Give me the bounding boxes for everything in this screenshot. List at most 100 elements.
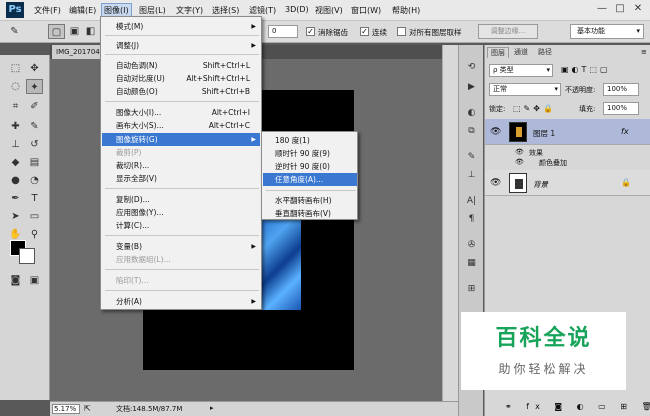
menu-item-variables[interactable]: 变量(B) ▶ bbox=[102, 240, 260, 253]
maximize-button[interactable]: □ bbox=[612, 2, 628, 16]
gradient-tool-icon[interactable]: ▤ bbox=[26, 155, 43, 170]
quick-select-tool-icon[interactable]: ✎ bbox=[6, 24, 23, 39]
pen-tool-icon[interactable]: ✒ bbox=[7, 191, 24, 206]
subtract-selection-icon[interactable]: ◧ bbox=[82, 24, 99, 39]
menu-item-adjust[interactable]: 调整(J) ▶ bbox=[102, 39, 260, 52]
status-export-icon[interactable]: ⇱ bbox=[84, 404, 91, 413]
shape-tool-icon[interactable]: ▭ bbox=[26, 209, 43, 224]
blur-tool-icon[interactable]: ● bbox=[7, 173, 24, 188]
submenu-item-arbitrary[interactable]: 任意角度(A)... bbox=[263, 173, 357, 186]
menu-item-image-rotation[interactable]: 图像旋转(G) ▶ bbox=[102, 133, 260, 146]
menu-edit[interactable]: 编辑(E) bbox=[69, 5, 96, 16]
lock-icons[interactable]: ⬚✎✥🔒 bbox=[513, 104, 556, 113]
eye-icon[interactable]: 👁 bbox=[490, 178, 501, 188]
filter-icons[interactable]: ▣◐T⬚▢ bbox=[561, 65, 611, 74]
history-panel-icon[interactable]: ⟲ bbox=[463, 61, 480, 74]
tab-paths[interactable]: 路径 bbox=[535, 47, 555, 58]
refine-edge-button[interactable]: 调整边缘... bbox=[478, 24, 538, 39]
layer-row-layer1[interactable]: 👁 图层 1 fx bbox=[485, 119, 650, 145]
dodge-tool-icon[interactable]: ◔ bbox=[26, 173, 43, 188]
crop-tool-icon[interactable]: ⌗ bbox=[7, 99, 24, 114]
background-color-swatch[interactable] bbox=[19, 248, 35, 264]
menu-item-analysis[interactable]: 分析(A) ▶ bbox=[102, 295, 260, 308]
lasso-tool-icon[interactable]: ◌ bbox=[7, 79, 24, 94]
vertical-scrollbar[interactable] bbox=[442, 45, 458, 401]
submenu-item-flip-vertical[interactable]: 垂直翻转画布(V) bbox=[263, 207, 357, 220]
status-menu-arrow-icon[interactable]: ▸ bbox=[210, 404, 214, 412]
screen-mode-icon[interactable]: ▣ bbox=[26, 273, 43, 288]
effects-eye-icon[interactable]: 👁 bbox=[515, 148, 524, 156]
info-panel-icon[interactable]: ⊞ bbox=[463, 283, 480, 296]
menu-item-auto-color[interactable]: 自动颜色(O) Shift+Ctrl+B bbox=[102, 85, 260, 98]
layer-kind-filter[interactable]: ρ 类型 ▾ bbox=[489, 64, 553, 77]
opacity-input[interactable]: 100% bbox=[603, 83, 639, 96]
path-select-icon[interactable]: ➤ bbox=[7, 209, 24, 224]
tab-layers[interactable]: 图层 bbox=[487, 47, 509, 58]
layer-footer-icons[interactable]: ⚭ fx ◙ ◐ ▭ ⊞ 🗑 bbox=[505, 402, 650, 411]
new-selection-icon[interactable]: ▢ bbox=[48, 24, 65, 39]
menu-item-auto-contrast[interactable]: 自动对比度(U) Alt+Shift+Ctrl+L bbox=[102, 72, 260, 85]
menu-window[interactable]: 窗口(W) bbox=[351, 5, 381, 16]
menu-item-image-size[interactable]: 图像大小(I)... Alt+Ctrl+I bbox=[102, 106, 260, 119]
menu-view[interactable]: 视图(V) bbox=[315, 5, 343, 16]
actions-panel-icon[interactable]: ▶ bbox=[463, 81, 480, 94]
menu-item-trim[interactable]: 裁切(R)... bbox=[102, 159, 260, 172]
eraser-tool-icon[interactable]: ◆ bbox=[7, 155, 24, 170]
menu-select[interactable]: 选择(S) bbox=[212, 5, 239, 16]
submenu-item-180[interactable]: 180 度(1) bbox=[263, 134, 357, 147]
3d-panel-icon[interactable]: ✇ bbox=[463, 239, 480, 252]
menu-item-auto-tone[interactable]: 自动色调(N) Shift+Ctrl+L bbox=[102, 59, 260, 72]
quick-mask-icon[interactable]: ◙ bbox=[7, 273, 24, 288]
magic-wand-tool-icon[interactable]: ✦ bbox=[26, 79, 43, 94]
eyedropper-tool-icon[interactable]: ✐ bbox=[26, 99, 43, 114]
eye-icon[interactable]: 👁 bbox=[490, 127, 501, 137]
fx-badge[interactable]: fx bbox=[621, 127, 629, 136]
menu-item-mode[interactable]: 模式(M) ▶ bbox=[102, 20, 260, 33]
layer-row-background[interactable]: 👁 背景 🔒 bbox=[485, 170, 650, 196]
close-button[interactable]: ✕ bbox=[630, 2, 646, 16]
contiguous-checkbox[interactable]: ✓ bbox=[360, 27, 369, 36]
clone-source-icon[interactable]: ⊥ bbox=[463, 169, 480, 182]
healing-brush-icon[interactable]: ✚ bbox=[7, 119, 24, 134]
tab-channels[interactable]: 通道 bbox=[511, 47, 531, 58]
brush-panel-icon[interactable]: ✎ bbox=[463, 151, 480, 164]
menu-3d[interactable]: 3D(D) bbox=[285, 5, 309, 14]
adjustments-panel-icon[interactable]: ◐ bbox=[463, 107, 480, 120]
menu-layer[interactable]: 图层(L) bbox=[139, 5, 166, 16]
clone-stamp-icon[interactable]: ⊥ bbox=[7, 137, 24, 152]
submenu-item-ccw90[interactable]: 逆时针 90 度(0) bbox=[263, 160, 357, 173]
zoom-tool-icon[interactable]: ⚲ bbox=[26, 227, 43, 242]
menu-file[interactable]: 文件(F) bbox=[34, 5, 61, 16]
grid-panel-icon[interactable]: ▦ bbox=[463, 257, 480, 270]
menu-item-calculations[interactable]: 计算(C)... bbox=[102, 219, 260, 232]
paragraph-panel-icon[interactable]: ¶ bbox=[463, 213, 480, 226]
menu-filter[interactable]: 滤镜(T) bbox=[249, 5, 276, 16]
menu-item-duplicate[interactable]: 复制(D)... bbox=[102, 193, 260, 206]
color-overlay-eye-icon[interactable]: 👁 bbox=[515, 158, 524, 166]
all-layers-checkbox[interactable] bbox=[397, 27, 406, 36]
menu-type[interactable]: 文字(Y) bbox=[176, 5, 203, 16]
fill-input[interactable]: 100% bbox=[603, 102, 639, 115]
submenu-item-cw90[interactable]: 顺时针 90 度(9) bbox=[263, 147, 357, 160]
antialias-checkbox[interactable]: ✓ bbox=[306, 27, 315, 36]
zoom-level[interactable]: 5.17% bbox=[52, 404, 80, 414]
menu-help[interactable]: 帮助(H) bbox=[392, 5, 420, 16]
submenu-item-flip-horizontal[interactable]: 水平翻转画布(H) bbox=[263, 194, 357, 207]
document-tab[interactable]: IMG_201704 bbox=[52, 45, 106, 59]
move-tool-icon[interactable]: ✥ bbox=[26, 61, 43, 76]
styles-panel-icon[interactable]: ⧉ bbox=[463, 125, 480, 138]
menu-item-apply-image[interactable]: 应用图像(Y)... bbox=[102, 206, 260, 219]
menu-item-canvas-size[interactable]: 画布大小(S)... Alt+Ctrl+C bbox=[102, 119, 260, 132]
character-panel-icon[interactable]: A| bbox=[463, 195, 480, 208]
tolerance-input[interactable]: 0 bbox=[268, 25, 298, 38]
brush-tool-icon[interactable]: ✎ bbox=[26, 119, 43, 134]
history-brush-icon[interactable]: ↺ bbox=[26, 137, 43, 152]
marquee-tool-icon[interactable]: ⬚ bbox=[7, 61, 24, 76]
blend-mode-select[interactable]: 正常 ▾ bbox=[489, 83, 561, 96]
layer-name[interactable]: 背景 bbox=[533, 179, 548, 190]
menu-item-reveal-all[interactable]: 显示全部(V) bbox=[102, 172, 260, 185]
panel-menu-icon[interactable]: ≡ bbox=[641, 48, 647, 56]
add-selection-icon[interactable]: ▣ bbox=[66, 24, 83, 39]
type-tool-icon[interactable]: T bbox=[26, 191, 43, 206]
workspace-select[interactable]: 基本功能 ▾ bbox=[570, 24, 644, 39]
